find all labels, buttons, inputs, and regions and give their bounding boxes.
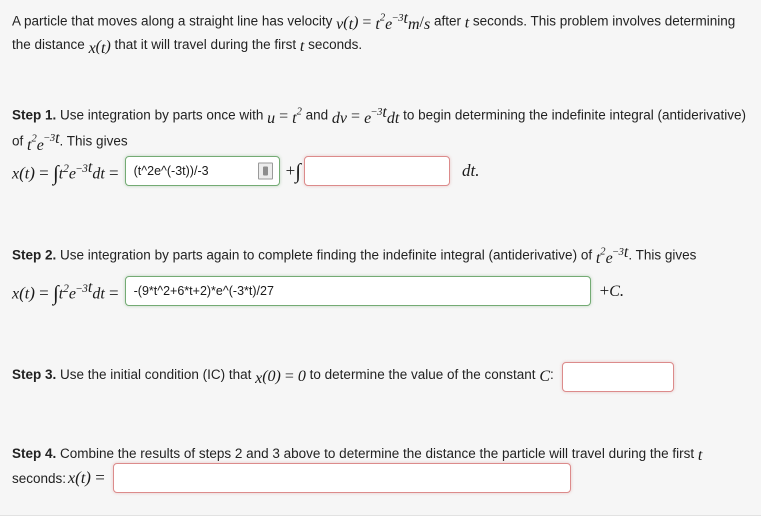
step-1-instruction: Step 1. Use integration by parts once wi… xyxy=(12,103,746,156)
problem-statement: A particle that moves along a straight l… xyxy=(12,9,746,59)
step-2-answer-wrapper xyxy=(124,276,591,306)
step-1-math-integrand: t2e−3t xyxy=(27,130,60,154)
intro-text-5: seconds. xyxy=(304,37,363,53)
step-3-instruction: Step 3. Use the initial condition (IC) t… xyxy=(12,362,752,392)
step-1-math-dv: dv = e−3tdt xyxy=(331,104,400,128)
step-3-math-constant-c: C xyxy=(539,368,550,385)
step-3-text-c: : xyxy=(549,367,554,382)
step-4-text-a: Combine the results of steps 2 and 3 abo… xyxy=(56,446,698,461)
step-2-text-b: . This gives xyxy=(628,247,697,263)
step-1-math-u: u = t2 xyxy=(267,107,302,128)
intro-text-4: that it will travel during the first xyxy=(110,37,300,53)
step-1-text-b: and xyxy=(301,107,332,123)
step-1-answer-1-wrapper xyxy=(124,156,280,186)
math-palette-icon-glyph xyxy=(262,166,268,176)
problem-page: A particle that moves along a straight l… xyxy=(0,0,761,516)
step-1-text-a: Use integration by parts once with xyxy=(56,107,268,123)
intro-distance-xt: x(t) xyxy=(88,38,111,58)
step-4-answer-wrapper xyxy=(112,463,571,493)
intro-text-1: A particle that moves along a straight l… xyxy=(12,13,337,29)
intro-velocity-formula: v(t) = t2e−3tm/s xyxy=(336,10,431,34)
step-1-answer-input-2[interactable] xyxy=(303,156,450,186)
step-3-text-a: Use the initial condition (IC) that xyxy=(56,367,256,382)
step-1-plus-integral: +∫ xyxy=(285,159,301,183)
step-3-text-b: to determine the value of the constant xyxy=(305,367,540,382)
step-2-text-a: Use integration by parts again to comple… xyxy=(56,247,596,263)
step-4-label: Step 4. xyxy=(12,446,57,461)
step-1-text-d: . This gives xyxy=(59,133,128,149)
step-1-label: Step 1. xyxy=(12,107,57,123)
step-1-equation-lhs: x(t) = ∫t2e−3tdt = xyxy=(12,158,119,186)
step-4-text-b: seconds: xyxy=(12,470,67,486)
step-1-equation-row: x(t) = ∫t2e−3tdt = +∫ dt. xyxy=(12,155,479,187)
step-1-answer-input-1[interactable] xyxy=(124,156,280,186)
step-4-math-xt: x(t) = xyxy=(68,468,105,487)
step-1-trailing-dt: dt. xyxy=(461,161,480,180)
step-2-equation-row: x(t) = ∫t2e−3tdt = +C. xyxy=(12,275,624,307)
step-3-answer-input[interactable] xyxy=(561,362,674,392)
step-2-trailing-plus-c: +C. xyxy=(599,281,625,300)
step-4-answer-input[interactable] xyxy=(112,463,571,493)
step-2-math-integrand: t2e−3t xyxy=(595,244,629,268)
intro-text-2: after xyxy=(430,13,465,29)
step-2-answer-input[interactable] xyxy=(124,276,591,306)
step-4-answer-row: seconds: x(t) = xyxy=(12,462,571,494)
step-3-math-ic: x(0) = 0 xyxy=(255,368,306,387)
step-3-text-wrapper: Step 3. Use the initial condition (IC) t… xyxy=(12,365,554,389)
step-2-label: Step 2. xyxy=(12,247,57,263)
step-4-math-t: t xyxy=(697,447,703,464)
step-2-equation-lhs: x(t) = ∫t2e−3tdt = xyxy=(12,278,119,306)
math-palette-icon[interactable] xyxy=(257,162,273,180)
step-2-instruction: Step 2. Use integration by parts again t… xyxy=(12,243,752,269)
step-1-answer-2-wrapper xyxy=(303,156,450,186)
step-3-label: Step 3. xyxy=(12,367,57,382)
step-3-answer-wrapper xyxy=(561,362,674,392)
